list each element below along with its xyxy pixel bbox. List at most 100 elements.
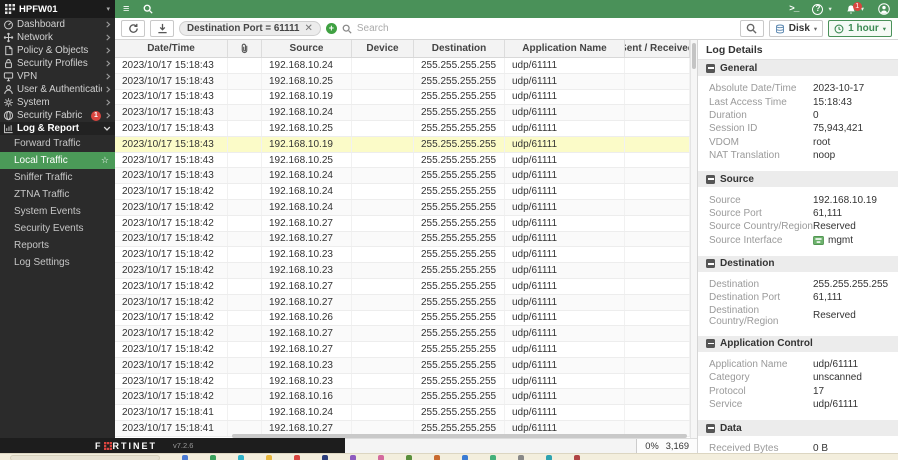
sidebar-item-policy-objects[interactable]: Policy & Objects xyxy=(0,44,115,57)
column-header-application-name[interactable]: Application Name xyxy=(505,40,625,57)
filter-chip[interactable]: Destination Port = 61111 ✕ xyxy=(179,21,321,36)
detail-label: Session ID xyxy=(709,123,813,134)
hamburger-menu-icon[interactable]: ≡ xyxy=(123,4,129,15)
sidebar-item-reports[interactable]: Reports xyxy=(0,237,115,254)
log-row[interactable]: 2023/10/17 15:18:42192.168.10.27255.255.… xyxy=(115,342,690,358)
section-header-general[interactable]: General xyxy=(698,60,898,76)
column-header-device[interactable]: Device xyxy=(352,40,414,57)
favorite-star-icon[interactable]: ☆ xyxy=(101,155,109,166)
cell-device xyxy=(352,295,414,310)
log-row[interactable]: 2023/10/17 15:18:43192.168.10.25255.255.… xyxy=(115,74,690,90)
column-header-source[interactable]: Source xyxy=(262,40,352,57)
search-button[interactable] xyxy=(740,20,764,37)
log-row[interactable]: 2023/10/17 15:18:43192.168.10.24255.255.… xyxy=(115,105,690,121)
dock-icon[interactable] xyxy=(210,455,216,460)
dock-icon[interactable] xyxy=(378,455,384,460)
log-row[interactable]: 2023/10/17 15:18:43192.168.10.25255.255.… xyxy=(115,153,690,169)
search-input[interactable]: Search xyxy=(357,23,389,34)
add-filter-icon[interactable]: + xyxy=(326,23,337,34)
log-row[interactable]: 2023/10/17 15:18:43192.168.10.24255.255.… xyxy=(115,168,690,184)
cell-application-name: udp/61111 xyxy=(505,358,625,373)
dock-icon[interactable] xyxy=(182,455,188,460)
dock-icon[interactable] xyxy=(266,455,272,460)
detail-row-nat-translation: NAT Translationnoop xyxy=(698,149,898,162)
dock-icon[interactable] xyxy=(518,455,524,460)
dock-icon[interactable] xyxy=(574,455,580,460)
help-menu[interactable]: ? xyxy=(812,4,823,15)
section-header-source[interactable]: Source xyxy=(698,171,898,187)
log-row[interactable]: 2023/10/17 15:18:42192.168.10.27255.255.… xyxy=(115,279,690,295)
vertical-scrollbar[interactable] xyxy=(690,40,697,438)
cli-console-icon[interactable]: >_ xyxy=(789,4,798,14)
log-row[interactable]: 2023/10/17 15:18:42192.168.10.16255.255.… xyxy=(115,389,690,405)
log-row-selected[interactable]: 2023/10/17 15:18:43192.168.10.19255.255.… xyxy=(115,137,690,153)
global-search-icon[interactable] xyxy=(143,4,153,14)
dock-icon[interactable] xyxy=(490,455,496,460)
sidebar-item-sniffer-traffic[interactable]: Sniffer Traffic xyxy=(0,169,115,186)
log-row[interactable]: 2023/10/17 15:18:42192.168.10.24255.255.… xyxy=(115,200,690,216)
cell-device xyxy=(352,58,414,73)
download-button[interactable] xyxy=(150,20,174,37)
log-row[interactable]: 2023/10/17 15:18:41192.168.10.24255.255.… xyxy=(115,405,690,421)
sidebar-item-vpn[interactable]: VPN xyxy=(0,70,115,83)
detail-label: Protocol xyxy=(709,386,813,397)
sidebar-item-ztna-traffic[interactable]: ZTNA Traffic xyxy=(0,186,115,203)
sidebar-item-security-profiles[interactable]: Security Profiles xyxy=(0,57,115,70)
cell-device xyxy=(352,121,414,136)
log-row[interactable]: 2023/10/17 15:18:42192.168.10.23255.255.… xyxy=(115,358,690,374)
section-header-application-control[interactable]: Application Control xyxy=(698,336,898,352)
column-header-attachment[interactable] xyxy=(228,40,262,57)
log-row[interactable]: 2023/10/17 15:18:42192.168.10.23255.255.… xyxy=(115,263,690,279)
log-row[interactable]: 2023/10/17 15:18:42192.168.10.23255.255.… xyxy=(115,247,690,263)
log-location-dropdown[interactable]: Disk ▾ xyxy=(769,20,823,37)
column-header-sent-received[interactable]: Sent / Received xyxy=(625,40,690,57)
sidebar-item-forward-traffic[interactable]: Forward Traffic xyxy=(0,135,115,152)
log-row[interactable]: 2023/10/17 15:18:43192.168.10.24255.255.… xyxy=(115,58,690,74)
cell-destination: 255.255.255.255 xyxy=(414,279,505,294)
sidebar-item-security-events[interactable]: Security Events xyxy=(0,220,115,237)
sidebar-item-system-events[interactable]: System Events xyxy=(0,203,115,220)
sidebar-item-user-authentication[interactable]: User & Authentication xyxy=(0,83,115,96)
notifications-menu[interactable]: 1 xyxy=(846,4,856,15)
log-row[interactable]: 2023/10/17 15:18:42192.168.10.23255.255.… xyxy=(115,374,690,390)
dock-icon[interactable] xyxy=(546,455,552,460)
time-range-dropdown[interactable]: 1 hour ▾ xyxy=(828,20,892,37)
collapse-icon xyxy=(706,175,715,184)
sidebar-item-network[interactable]: Network xyxy=(0,31,115,44)
sidebar-item-log-report[interactable]: Log & Report xyxy=(0,122,115,135)
dock-icon[interactable] xyxy=(434,455,440,460)
detail-value: udp/61111 xyxy=(813,399,858,410)
scrollbar-thumb[interactable] xyxy=(692,43,696,69)
dock-icon[interactable] xyxy=(462,455,468,460)
sidebar-item-dashboard[interactable]: Dashboard xyxy=(0,18,115,31)
sidebar-item-log-settings[interactable]: Log Settings xyxy=(0,254,115,271)
sidebar-item-security-fabric[interactable]: Security Fabric1 xyxy=(0,109,115,122)
log-row[interactable]: 2023/10/17 15:18:42192.168.10.27255.255.… xyxy=(115,295,690,311)
log-row[interactable]: 2023/10/17 15:18:42192.168.10.26255.255.… xyxy=(115,311,690,327)
log-row[interactable]: 2023/10/17 15:18:43192.168.10.25255.255.… xyxy=(115,121,690,137)
dock-icon[interactable] xyxy=(238,455,244,460)
dock-icon[interactable] xyxy=(322,455,328,460)
device-selector[interactable]: HPFW01 ▾ xyxy=(0,0,115,18)
dock-icon[interactable] xyxy=(406,455,412,460)
dock-search-bar[interactable] xyxy=(10,455,160,460)
column-header-destination[interactable]: Destination xyxy=(414,40,505,57)
detail-value: mgmt xyxy=(828,235,853,246)
sidebar-item-system[interactable]: System xyxy=(0,96,115,109)
section-header-destination[interactable]: Destination xyxy=(698,256,898,272)
dock-icon[interactable] xyxy=(350,455,356,460)
log-row[interactable]: 2023/10/17 15:18:42192.168.10.27255.255.… xyxy=(115,216,690,232)
log-row[interactable]: 2023/10/17 15:18:42192.168.10.27255.255.… xyxy=(115,326,690,342)
log-row[interactable]: 2023/10/17 15:18:43192.168.10.19255.255.… xyxy=(115,90,690,106)
refresh-button[interactable] xyxy=(121,20,145,37)
log-row[interactable]: 2023/10/17 15:18:42192.168.10.24255.255.… xyxy=(115,184,690,200)
remove-filter-icon[interactable]: ✕ xyxy=(304,23,312,34)
column-header-date-time[interactable]: Date/Time xyxy=(115,40,228,57)
user-avatar[interactable] xyxy=(878,3,890,15)
log-row[interactable]: 2023/10/17 15:18:42192.168.10.27255.255.… xyxy=(115,232,690,248)
detail-value: Reserved xyxy=(813,310,856,321)
sidebar-item-local-traffic[interactable]: Local Traffic☆ xyxy=(0,152,115,169)
cell-sent-received xyxy=(625,311,690,326)
dock-icon[interactable] xyxy=(294,455,300,460)
section-header-data[interactable]: Data xyxy=(698,420,898,436)
